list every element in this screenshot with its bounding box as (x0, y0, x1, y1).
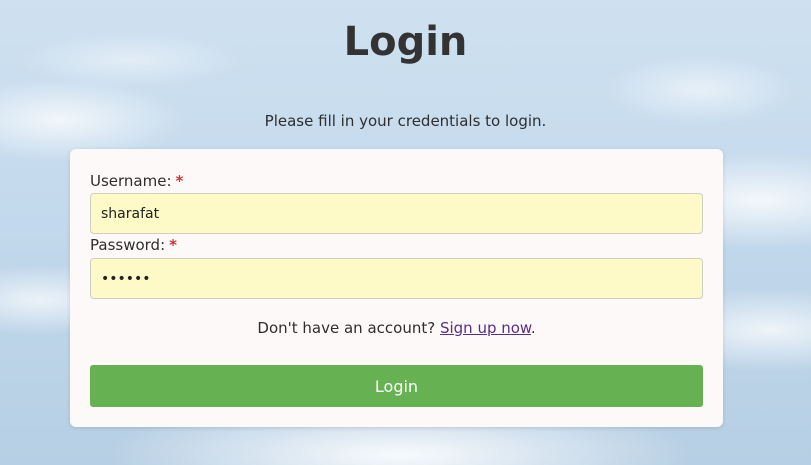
page-subtitle: Please fill in your credentials to login… (264, 112, 547, 130)
username-required-mark: * (175, 172, 184, 190)
page-title: Login (343, 19, 468, 65)
signup-link[interactable]: Sign up now (440, 319, 531, 337)
signup-suffix: . (530, 319, 536, 337)
password-label: Password: (90, 236, 166, 254)
signup-prompt: Don't have an account? Sign up now. (70, 317, 723, 339)
password-label-row: Password: * (90, 235, 177, 255)
username-input[interactable] (90, 193, 703, 234)
username-label-row: Username: * (90, 171, 183, 191)
signup-prefix: Don't have an account? (257, 319, 440, 337)
password-required-mark: * (169, 236, 177, 254)
login-button[interactable]: Login (90, 365, 703, 407)
password-input[interactable] (90, 258, 703, 299)
login-card: Username:* Password:* Don't have an acco… (70, 149, 723, 427)
username-label: Username: (90, 172, 172, 190)
